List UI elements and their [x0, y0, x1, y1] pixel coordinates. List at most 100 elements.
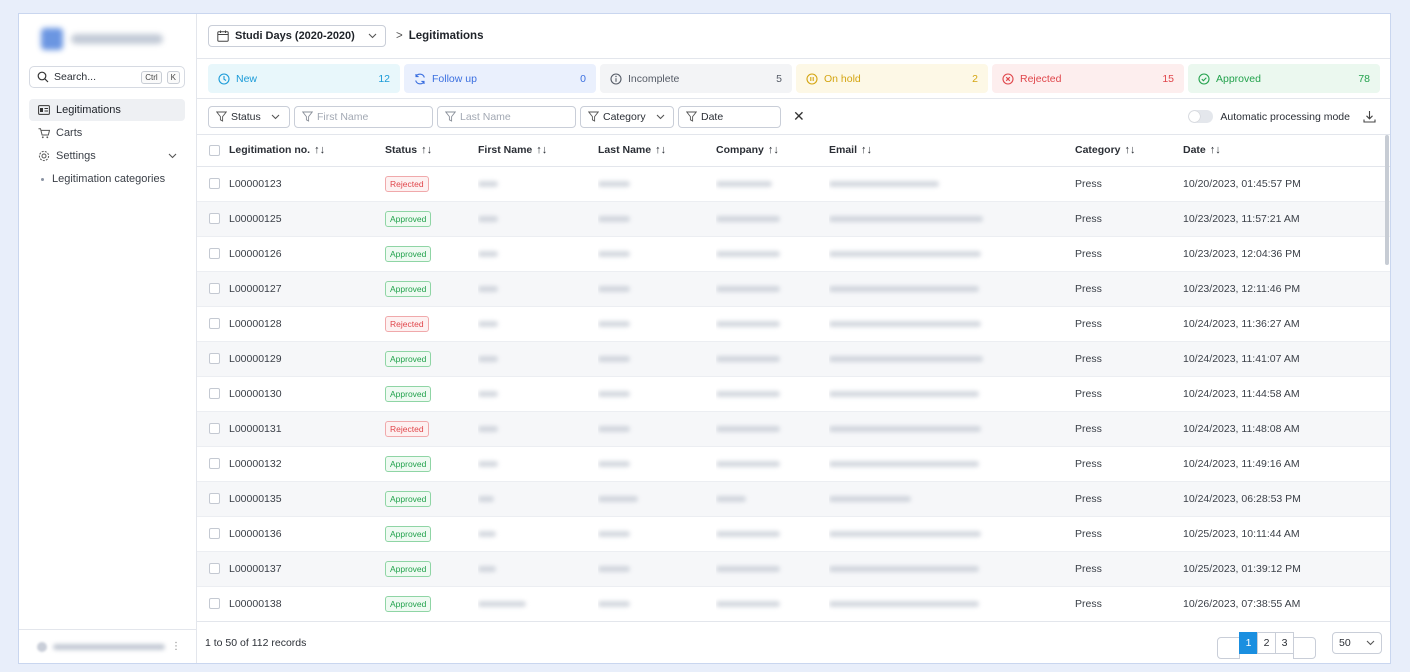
- last-name-filter[interactable]: Last Name: [437, 105, 576, 128]
- more-vertical-icon[interactable]: ⋮: [171, 641, 181, 652]
- row-checkbox[interactable]: [209, 423, 220, 435]
- page-size-select[interactable]: 50: [1332, 631, 1382, 654]
- table-row[interactable]: L00000130 Approved Press 10/24/2023, 11:44:…: [197, 376, 1390, 411]
- date-cell: 10/24/2023, 11:44:58 AM: [1183, 387, 1300, 400]
- table-row[interactable]: L00000127 Approved Press 10/23/2023, 12:11:…: [197, 271, 1390, 306]
- row-checkbox[interactable]: [209, 528, 220, 540]
- table-row[interactable]: L00000135 Approved Press 10/24/2023, 06:28:…: [197, 481, 1390, 516]
- row-checkbox[interactable]: [209, 598, 220, 610]
- row-checkbox[interactable]: [209, 388, 220, 400]
- table-row[interactable]: L00000125 Approved Press 10/23/2023, 11:57:…: [197, 201, 1390, 236]
- column-header-first-name[interactable]: First Name ↑↓: [478, 135, 598, 166]
- email-cell: [829, 341, 1075, 376]
- chevron-down-icon[interactable]: [168, 153, 177, 159]
- redacted-email: [829, 425, 981, 432]
- legitimation-no-cell: L00000135: [229, 492, 282, 505]
- row-checkbox[interactable]: [209, 563, 220, 575]
- column-header-last-name[interactable]: Last Name ↑↓: [598, 135, 716, 166]
- redacted-last-name: [598, 425, 630, 432]
- sort-icon[interactable]: ↑↓: [655, 144, 666, 156]
- sort-icon[interactable]: ↑↓: [1210, 144, 1221, 156]
- sort-icon[interactable]: ↑↓: [861, 144, 872, 156]
- date-cell: 10/24/2023, 06:28:53 PM: [1183, 492, 1301, 505]
- row-checkbox[interactable]: [209, 458, 220, 470]
- column-header-status[interactable]: Status ↑↓: [385, 135, 478, 166]
- column-label: Legitimation no.: [229, 144, 311, 157]
- info-icon: [610, 72, 622, 85]
- next-page-button[interactable]: [1293, 637, 1316, 659]
- event-select[interactable]: Studi Days (2020-2020): [208, 25, 386, 47]
- sidebar-item-carts[interactable]: Carts: [29, 122, 185, 144]
- table-row[interactable]: L00000136 Approved Press 10/25/2023, 10:11:…: [197, 516, 1390, 551]
- pause-icon: [806, 72, 818, 85]
- page-button[interactable]: 2: [1257, 631, 1276, 654]
- status-tile-on-hold[interactable]: On hold 2: [796, 64, 988, 93]
- sort-icon[interactable]: ↑↓: [421, 144, 432, 156]
- prev-page-button[interactable]: [1217, 637, 1240, 659]
- sidebar-item-settings[interactable]: Settings: [29, 145, 185, 167]
- redacted-company: [716, 495, 746, 502]
- filter-placeholder: Last Name: [460, 110, 511, 123]
- row-select-cell: [197, 446, 229, 481]
- status-tile-follow-up[interactable]: Follow up 0: [404, 64, 596, 93]
- page-button[interactable]: 3: [1275, 631, 1294, 654]
- row-checkbox[interactable]: [209, 178, 220, 190]
- sort-icon[interactable]: ↑↓: [536, 144, 547, 156]
- user-account[interactable]: ⋮: [19, 629, 196, 663]
- page-button[interactable]: 1: [1239, 631, 1258, 654]
- clear-filters-icon[interactable]: ✕: [793, 108, 805, 125]
- legitimation-no-cell: L00000123: [229, 177, 282, 190]
- company-cell: [716, 271, 829, 306]
- redacted-email: [829, 355, 983, 362]
- event-select-value: Studi Days (2020-2020): [235, 30, 355, 42]
- redacted-last-name: [598, 180, 630, 187]
- select-all-checkbox[interactable]: [209, 144, 220, 156]
- row-checkbox[interactable]: [209, 318, 220, 330]
- status-badge: Approved: [385, 525, 432, 542]
- status-tile-incomplete[interactable]: Incomplete 5: [600, 64, 792, 93]
- status-filter[interactable]: Status: [208, 105, 290, 128]
- category-filter[interactable]: Category: [580, 105, 674, 128]
- column-header-company[interactable]: Company ↑↓: [716, 135, 829, 166]
- company-cell: [716, 376, 829, 411]
- table-row[interactable]: L00000126 Approved Press 10/23/2023, 12:04:…: [197, 236, 1390, 271]
- row-checkbox[interactable]: [209, 248, 220, 260]
- table-row[interactable]: L00000123 Rejected Press 10/20/2023, 01:45:…: [197, 166, 1390, 201]
- date-cell: 10/24/2023, 11:36:27 AM: [1183, 317, 1300, 330]
- table-row[interactable]: L00000131 Rejected Press 10/24/2023, 11:48:…: [197, 411, 1390, 446]
- first-name-cell: [478, 341, 598, 376]
- table-row[interactable]: L00000128 Rejected Press 10/24/2023, 11:36:…: [197, 306, 1390, 341]
- table-row[interactable]: L00000138 Approved Press 10/26/2023, 07:38:…: [197, 586, 1390, 621]
- column-header-email[interactable]: Email ↑↓: [829, 135, 1075, 166]
- status-tile-approved[interactable]: Approved 78: [1188, 64, 1380, 93]
- sidebar-subitem-legitimation-categories[interactable]: Legitimation categories: [29, 168, 185, 190]
- first-name-filter[interactable]: First Name: [294, 105, 433, 128]
- table-row[interactable]: L00000137 Approved Press 10/25/2023, 01:39:…: [197, 551, 1390, 586]
- sort-icon[interactable]: ↑↓: [1125, 144, 1136, 156]
- row-select-cell: [197, 271, 229, 306]
- company-logo[interactable]: [19, 14, 196, 64]
- download-icon[interactable]: [1363, 110, 1376, 123]
- search-box[interactable]: Search... Ctrl K: [29, 66, 185, 88]
- column-header-legitimation-no[interactable]: Legitimation no. ↑↓: [229, 135, 385, 166]
- row-checkbox[interactable]: [209, 213, 220, 225]
- row-checkbox[interactable]: [209, 353, 220, 365]
- table-row[interactable]: L00000129 Approved Press 10/24/2023, 11:41:…: [197, 341, 1390, 376]
- sort-icon[interactable]: ↑↓: [314, 144, 325, 156]
- legitimation-no-cell: L00000131: [229, 422, 282, 435]
- date-filter[interactable]: Date: [678, 105, 781, 128]
- status-tile-new[interactable]: New 12: [208, 64, 400, 93]
- row-checkbox[interactable]: [209, 283, 220, 295]
- table-row[interactable]: L00000132 Approved Press 10/24/2023, 11:49:…: [197, 446, 1390, 481]
- column-header-category[interactable]: Category ↑↓: [1075, 135, 1183, 166]
- table-scrollbar[interactable]: [1385, 135, 1389, 265]
- sidebar-item-legitimations[interactable]: Legitimations: [29, 99, 185, 121]
- column-label: Email: [829, 144, 858, 157]
- auto-processing-toggle[interactable]: [1188, 110, 1214, 123]
- status-tile-rejected[interactable]: Rejected 15: [992, 64, 1184, 93]
- select-all-cell: [197, 135, 229, 166]
- status-badge: Approved: [385, 280, 432, 297]
- column-header-date[interactable]: Date ↑↓: [1183, 135, 1390, 166]
- sort-icon[interactable]: ↑↓: [768, 144, 779, 156]
- row-checkbox[interactable]: [209, 493, 220, 505]
